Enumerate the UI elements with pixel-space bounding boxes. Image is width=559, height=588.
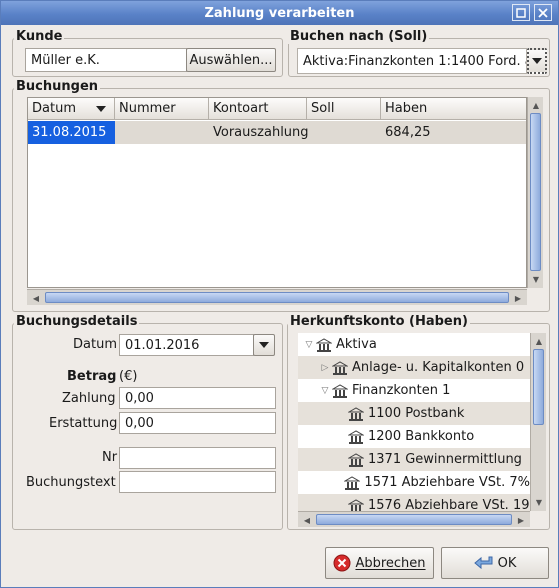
tree-label: 1576 Abziehbare VSt. 19 xyxy=(368,498,530,511)
erstattung-field[interactable]: 0,00 xyxy=(119,412,276,434)
buchungen-hscroll-thumb[interactable] xyxy=(45,292,509,303)
ok-arrow-icon xyxy=(473,555,494,571)
close-icon[interactable] xyxy=(534,4,552,21)
chevron-down-icon[interactable] xyxy=(527,48,547,74)
buchen-nach-title: Buchen nach (Soll) xyxy=(288,29,430,44)
details-title: Buchungsdetails xyxy=(14,314,140,329)
tree-label: Anlage- u. Kapitalkonten 0 xyxy=(352,360,525,375)
bank-icon xyxy=(344,475,361,490)
kunde-select-button[interactable]: Auswählen... xyxy=(186,48,276,72)
scroll-right-icon[interactable]: ▶ xyxy=(514,513,528,527)
buchungstext-field[interactable] xyxy=(119,471,276,493)
ok-label: OK xyxy=(497,555,517,571)
buchungen-vscroll-thumb[interactable] xyxy=(530,113,541,271)
herkunft-title: Herkunftskonto (Haben) xyxy=(288,314,470,329)
datum-label: Datum xyxy=(73,337,117,352)
row-cell-haben: 684,25 xyxy=(385,125,431,140)
dialog-window: Zahlung verarbeiten Kunde Müller e.K. Au… xyxy=(0,0,559,588)
title-bar[interactable]: Zahlung verarbeiten xyxy=(1,1,558,25)
tree-vscrollbar[interactable]: ▲ ▼ xyxy=(530,333,546,511)
buchen-nach-select[interactable]: Aktiva:Finanzkonten 1:1400 Ford. a xyxy=(297,48,527,74)
account-tree[interactable]: ▽ Aktiva ▷ Anlage- u. Kapitalkonten 0 ▽ … xyxy=(298,333,530,511)
betrag-unit: (€) xyxy=(119,369,138,384)
scroll-right-icon[interactable]: ▶ xyxy=(511,291,525,305)
column-header-nummer[interactable]: Nummer xyxy=(115,98,209,120)
bank-icon xyxy=(332,383,348,398)
window-title: Zahlung verarbeiten xyxy=(204,5,355,21)
scroll-left-icon[interactable]: ◀ xyxy=(300,513,314,527)
tree-label: 1571 Abziehbare VSt. 7% xyxy=(364,475,530,490)
expander-open-icon[interactable]: ▽ xyxy=(302,340,316,350)
tree-vscroll-thumb[interactable] xyxy=(533,349,544,425)
ok-button[interactable]: OK xyxy=(441,547,549,579)
tree-item-1100[interactable]: 1100 Postbank xyxy=(298,402,530,425)
bank-icon xyxy=(348,429,364,444)
cancel-button[interactable]: Abbrechen xyxy=(325,547,434,579)
row-cell-soll xyxy=(307,121,381,144)
column-header-soll[interactable]: Soll xyxy=(307,98,381,120)
tree-label: 1200 Bankkonto xyxy=(368,429,475,444)
kunde-field[interactable]: Müller e.K. xyxy=(25,48,187,72)
scroll-down-icon[interactable]: ▼ xyxy=(529,272,543,286)
tree-item-anlage[interactable]: ▷ Anlage- u. Kapitalkonten 0 xyxy=(298,356,530,379)
expander-closed-icon[interactable]: ▷ xyxy=(318,363,332,373)
bank-icon xyxy=(332,360,348,375)
expander-open-icon[interactable]: ▽ xyxy=(318,386,332,396)
buchungen-title: Buchungen xyxy=(14,79,101,94)
erstattung-label: Erstattung xyxy=(49,416,118,431)
column-label-datum: Datum xyxy=(32,101,76,116)
betrag-label: Betrag xyxy=(67,369,117,384)
date-dropdown-icon[interactable] xyxy=(253,334,275,356)
scroll-down-icon[interactable]: ▼ xyxy=(532,495,546,509)
tree-item-finanzkonten[interactable]: ▽ Finanzkonten 1 xyxy=(298,379,530,402)
datum-field[interactable]: 01.01.2016 xyxy=(119,334,254,356)
nr-field[interactable] xyxy=(119,447,276,469)
buchungen-vscrollbar[interactable]: ▲ ▼ xyxy=(527,97,543,288)
zahlung-label: Zahlung xyxy=(62,391,116,406)
row-cell-kontoart: Vorauszahlung xyxy=(213,125,309,140)
buchungstext-label: Buchungstext xyxy=(26,475,116,490)
buchungen-table[interactable]: Datum Nummer Kontoart Soll Haben 31.08.2… xyxy=(27,97,527,288)
tree-label: 1371 Gewinnermittlung xyxy=(368,452,522,467)
maximize-icon[interactable] xyxy=(512,4,530,21)
row-cell-datum: 31.08.2015 xyxy=(28,121,115,144)
tree-label: Finanzkonten 1 xyxy=(352,383,451,398)
bank-icon xyxy=(348,452,364,467)
cancel-icon xyxy=(333,554,351,572)
tree-item-1571[interactable]: 1571 Abziehbare VSt. 7% xyxy=(298,471,530,494)
kunde-title: Kunde xyxy=(14,29,65,44)
scroll-up-icon[interactable]: ▲ xyxy=(532,334,546,348)
table-row[interactable]: 31.08.2015 Vorauszahlung 684,25 xyxy=(28,121,526,144)
zahlung-field[interactable]: 0,00 xyxy=(119,387,276,409)
scroll-up-icon[interactable]: ▲ xyxy=(529,98,543,112)
tree-label: Aktiva xyxy=(336,337,377,352)
column-header-kontoart[interactable]: Kontoart xyxy=(209,98,307,120)
cancel-label: Abbrechen xyxy=(355,555,426,571)
buchen-nach-value: Aktiva:Finanzkonten 1:1400 Ford. a xyxy=(303,53,527,69)
bank-icon xyxy=(348,498,364,511)
column-header-datum[interactable]: Datum xyxy=(28,98,115,120)
tree-hscrollbar[interactable]: ◀ ▶ xyxy=(298,511,530,527)
nr-label: Nr xyxy=(102,450,118,465)
tree-hscroll-thumb[interactable] xyxy=(316,514,512,525)
tree-item-1576[interactable]: 1576 Abziehbare VSt. 19 xyxy=(298,494,530,511)
tree-item-1200[interactable]: 1200 Bankkonto xyxy=(298,425,530,448)
tree-item-1371[interactable]: 1371 Gewinnermittlung xyxy=(298,448,530,471)
tree-item-aktiva[interactable]: ▽ Aktiva xyxy=(298,333,530,356)
scroll-left-icon[interactable]: ◀ xyxy=(29,291,43,305)
row-cell-nummer xyxy=(115,121,209,144)
bank-icon xyxy=(316,337,332,352)
column-header-haben[interactable]: Haben xyxy=(381,98,526,120)
bank-icon xyxy=(348,406,364,421)
sort-down-icon xyxy=(96,106,106,112)
buchungen-hscrollbar[interactable]: ◀ ▶ xyxy=(27,289,527,305)
tree-label: 1100 Postbank xyxy=(368,406,465,421)
